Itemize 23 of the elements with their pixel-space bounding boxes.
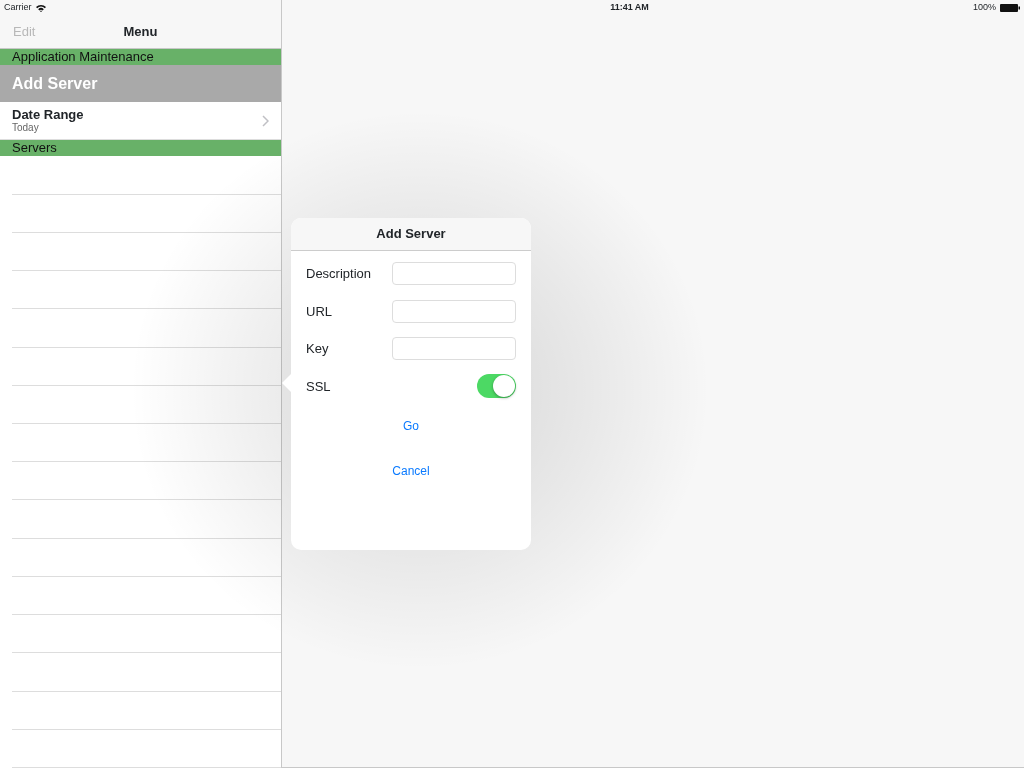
row-subtitle: Today	[12, 122, 40, 135]
wifi-icon	[35, 4, 46, 12]
field-label: URL	[306, 302, 332, 321]
battery-label: 100%	[972, 1, 996, 15]
link-button[interactable]: Cancel	[386, 460, 436, 482]
text-field[interactable]	[392, 299, 516, 323]
toggle-switch[interactable]	[477, 374, 516, 399]
text-field[interactable]	[392, 337, 516, 361]
field-label: SSL	[306, 377, 331, 396]
section-header: Application Maintenance	[0, 49, 281, 65]
menu-row[interactable]: Add Server	[0, 65, 281, 103]
row-title: Date Range	[12, 107, 84, 123]
chevron-icon	[262, 114, 269, 127]
field-label: Key	[306, 340, 329, 358]
time-label: 11:41 AM	[610, 1, 649, 15]
popover-title: Add Server	[376, 225, 446, 244]
field-label: Description	[306, 265, 372, 283]
carrier-label: Carrier	[4, 1, 32, 15]
text-field[interactable]	[392, 262, 516, 286]
nav-title: Menu	[123, 23, 158, 42]
battery-icon	[1000, 4, 1020, 12]
section-header: Servers	[0, 140, 281, 157]
link-button[interactable]: Go	[397, 415, 425, 437]
